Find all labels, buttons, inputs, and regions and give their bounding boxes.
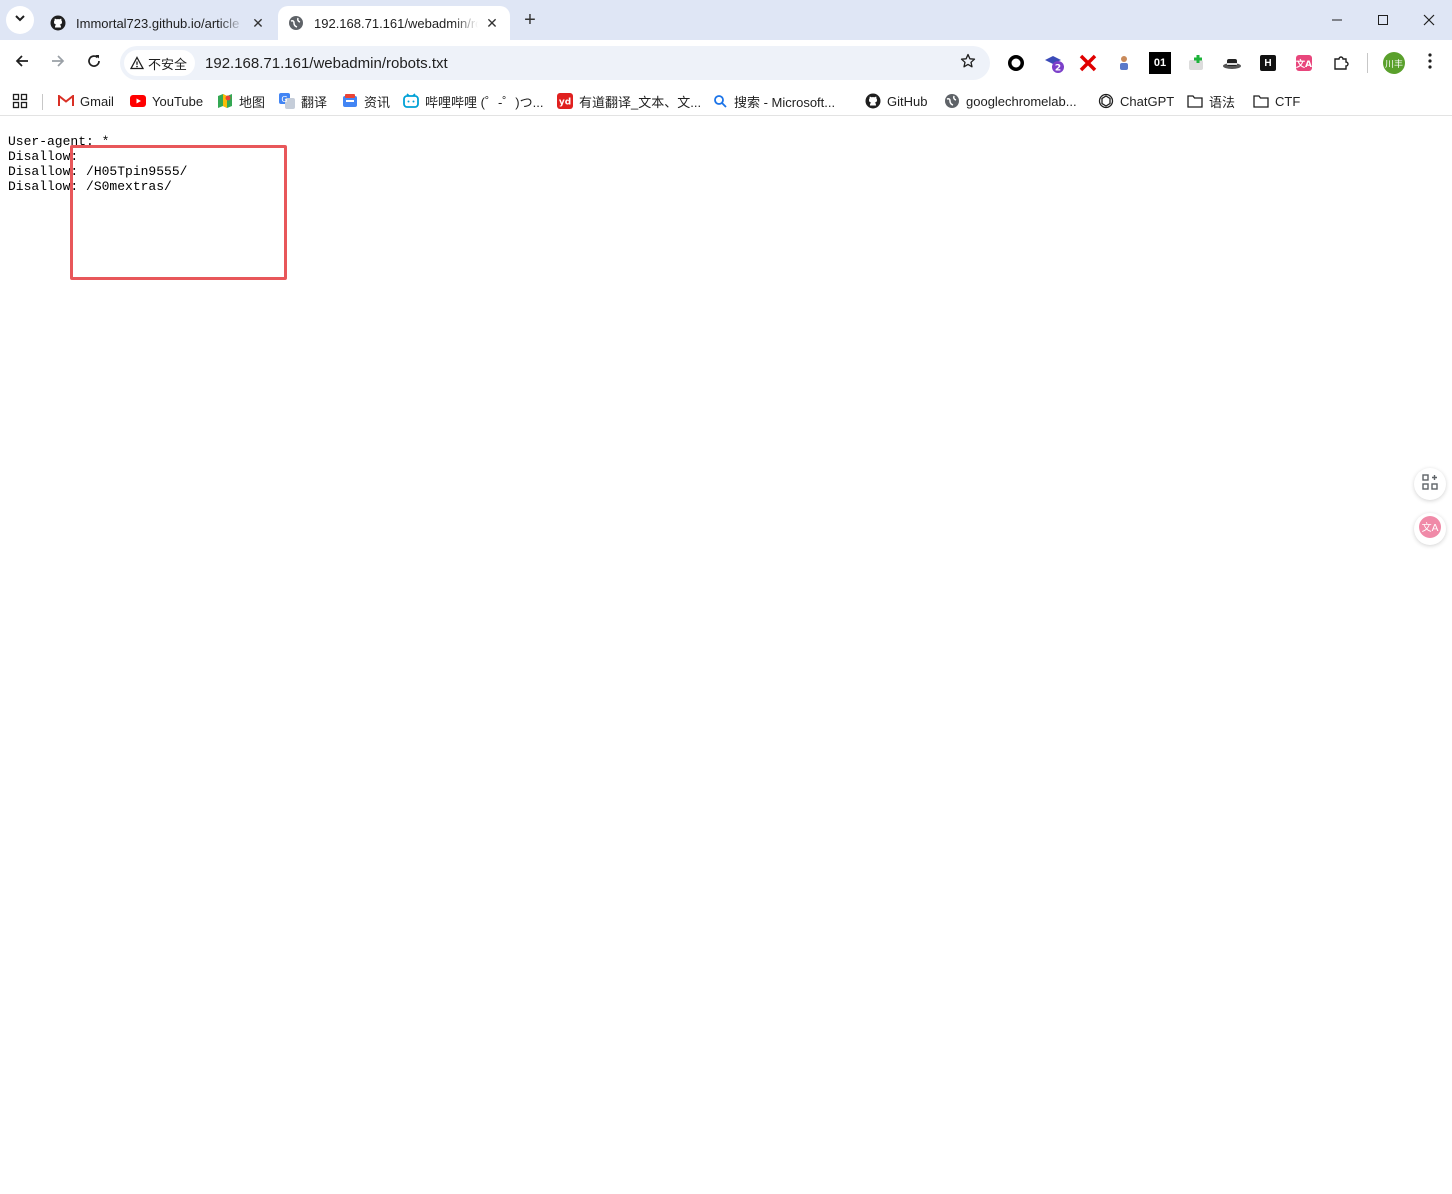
- x-extension-icon[interactable]: [1077, 52, 1099, 74]
- more-vert-icon: [1428, 52, 1432, 74]
- bookmark-star-button[interactable]: [958, 53, 978, 73]
- profile-avatar[interactable]: 川丰: [1383, 52, 1405, 74]
- bookmark-folder-grammar[interactable]: 语法: [1187, 90, 1235, 112]
- h-label: H: [1260, 55, 1276, 71]
- bookmark-label: CTF: [1275, 93, 1301, 109]
- bookmark-youdao[interactable]: yd 有道翻译_文本、文...: [557, 90, 701, 112]
- globe-icon: [944, 93, 960, 109]
- translate-icon: 文A: [1418, 515, 1442, 544]
- chevron-down-icon: [14, 11, 26, 29]
- side-tool-button[interactable]: [1414, 468, 1446, 500]
- minimize-button[interactable]: [1314, 0, 1360, 40]
- reload-icon: [86, 53, 102, 74]
- security-label: 不安全: [148, 56, 188, 72]
- bookmark-label: Gmail: [80, 93, 114, 109]
- bookmark-label: 地图: [239, 94, 266, 110]
- bookmark-gmail[interactable]: Gmail: [58, 90, 114, 112]
- h-extension-icon[interactable]: H: [1257, 52, 1279, 74]
- folder-icon: [1253, 93, 1269, 109]
- bookmark-googlechromelabs[interactable]: googlechromelab...: [944, 90, 1077, 112]
- bookmark-microsoft-search[interactable]: 搜索 - Microsoft...: [712, 90, 835, 112]
- robots-line: Disallow:: [8, 149, 79, 164]
- translate-icon: G: [279, 93, 295, 109]
- bookmark-folder-ctf[interactable]: CTF: [1253, 90, 1300, 112]
- news-icon: [342, 93, 358, 109]
- back-button[interactable]: [8, 49, 36, 77]
- maximize-button[interactable]: [1360, 0, 1406, 40]
- apps-grid-icon: [12, 93, 28, 109]
- bookmark-github[interactable]: GitHub: [865, 90, 927, 112]
- youdao-icon: yd: [557, 93, 573, 109]
- menu-button[interactable]: [1420, 52, 1440, 74]
- browser-toolbar: 不安全 192.168.71.161/webadmin/robots.txt 2…: [0, 40, 1452, 86]
- close-tab-icon[interactable]: ✕: [484, 15, 500, 31]
- page-content: User-agent: * Disallow: Disallow: /H05Tp…: [0, 117, 1452, 1194]
- add-widget-icon: [1421, 473, 1439, 496]
- search-icon: [712, 93, 728, 109]
- bookmark-label: YouTube: [152, 93, 204, 109]
- security-chip[interactable]: 不安全: [124, 50, 196, 76]
- bookmark-label: 有道翻译_文本、文...: [579, 94, 702, 110]
- svg-text:G: G: [281, 95, 287, 104]
- graduation-extension-icon[interactable]: 2: [1043, 52, 1065, 74]
- tab-search-button[interactable]: [6, 6, 34, 34]
- bookmark-label: 语法: [1209, 94, 1236, 110]
- star-icon: [960, 53, 976, 74]
- puzzle-extension-icon[interactable]: [1330, 52, 1352, 74]
- tab-title: Immortal723.github.io/article: [76, 15, 240, 31]
- bookmark-youtube[interactable]: YouTube: [130, 90, 203, 112]
- side-translate-button[interactable]: 文A: [1414, 513, 1446, 545]
- gmail-icon: [58, 93, 74, 109]
- binary-extension-icon[interactable]: 01: [1149, 52, 1171, 74]
- plus-extension-icon[interactable]: [1185, 52, 1207, 74]
- close-tab-icon[interactable]: ✕: [250, 15, 266, 31]
- circle-extension-icon[interactable]: [1005, 52, 1027, 74]
- apps-button[interactable]: [12, 90, 34, 112]
- bookmark-chatgpt[interactable]: ChatGPT: [1098, 90, 1174, 112]
- arrow-right-icon: [50, 53, 66, 74]
- tab-strip: Immortal723.github.io/article ✕ 192.168.…: [0, 0, 1452, 40]
- tab-title: 192.168.71.161/webadmin/robots.txt: [314, 15, 478, 31]
- bookmark-news[interactable]: 资讯: [342, 90, 390, 112]
- reload-button[interactable]: [80, 49, 108, 77]
- extension-badge: 2: [1055, 64, 1061, 74]
- bookmark-label: googlechromelab...: [966, 93, 1077, 109]
- bookmark-translate[interactable]: G 翻译: [279, 90, 327, 112]
- highlight-annotation-box: [70, 145, 287, 280]
- figure-extension-icon[interactable]: [1113, 52, 1135, 74]
- svg-text:文A: 文A: [1295, 58, 1312, 70]
- folder-icon: [1187, 93, 1203, 109]
- toolbar-separator: [1367, 53, 1368, 73]
- tab-robots-txt[interactable]: 192.168.71.161/webadmin/robots.txt ✕: [278, 6, 510, 40]
- bookmarks-separator: [42, 94, 43, 110]
- bookmark-label: 资讯: [364, 94, 391, 110]
- bilibili-icon: [403, 93, 419, 109]
- bookmark-maps[interactable]: 地图: [217, 90, 265, 112]
- bookmark-label: ChatGPT: [1120, 93, 1175, 109]
- youtube-icon: [130, 93, 146, 109]
- github-icon: [865, 93, 881, 109]
- bookmark-label: 哔哩哔哩 (゜-゜)つ...: [425, 94, 544, 110]
- svg-text:yd: yd: [559, 98, 571, 108]
- close-window-button[interactable]: [1406, 0, 1452, 40]
- maps-icon: [217, 93, 233, 109]
- bookmark-label: 搜索 - Microsoft...: [734, 94, 836, 110]
- url-text[interactable]: 192.168.71.161/webadmin/robots.txt: [205, 55, 448, 72]
- new-tab-button[interactable]: +: [518, 8, 542, 32]
- chatgpt-icon: [1098, 93, 1114, 109]
- github-icon: [50, 15, 66, 31]
- bookmark-label: 翻译: [301, 94, 328, 110]
- globe-icon: [288, 15, 304, 31]
- bookmarks-bar: Gmail YouTube 地图 G 翻译 资讯 哔哩哔哩 (゜-゜)つ... …: [0, 86, 1452, 116]
- tab-github-article[interactable]: Immortal723.github.io/article ✕: [40, 6, 276, 40]
- svg-text:文A: 文A: [1422, 521, 1439, 534]
- bookmark-label: GitHub: [887, 93, 928, 109]
- warning-icon: [130, 56, 144, 70]
- bookmark-bilibili[interactable]: 哔哩哔哩 (゜-゜)つ...: [403, 90, 543, 112]
- translate-extension-icon[interactable]: 文A: [1293, 52, 1315, 74]
- address-bar[interactable]: 不安全 192.168.71.161/webadmin/robots.txt: [120, 46, 990, 80]
- forward-button[interactable]: [44, 49, 72, 77]
- hat-extension-icon[interactable]: [1221, 52, 1243, 74]
- arrow-left-icon: [14, 53, 30, 74]
